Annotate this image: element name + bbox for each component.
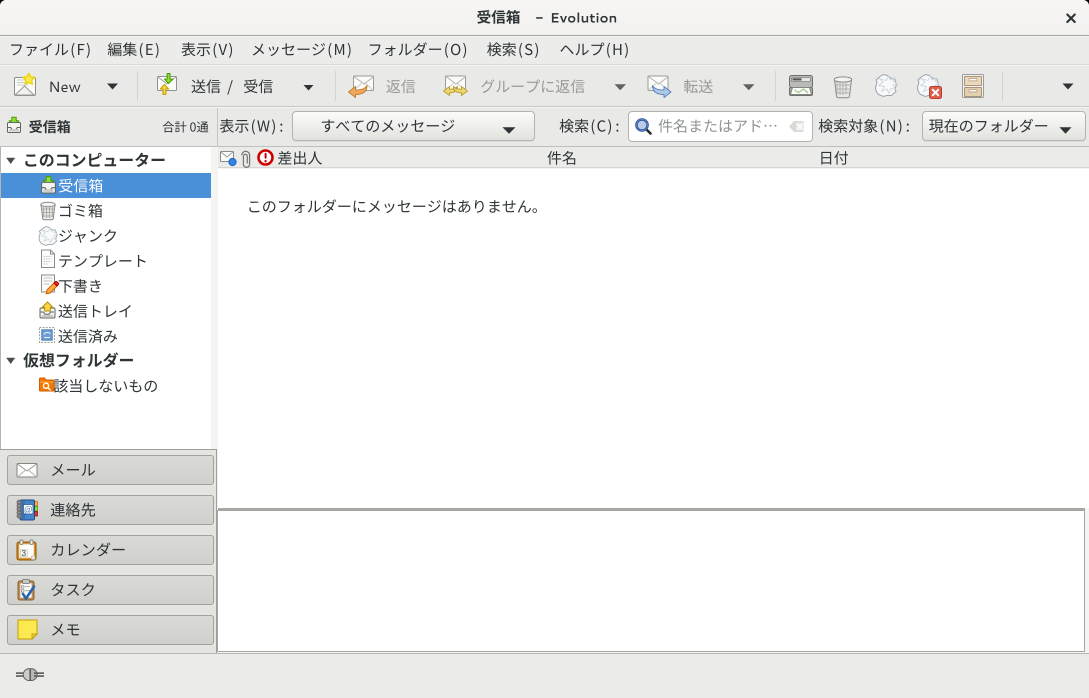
svg-text:@: @ [24, 504, 32, 514]
svg-text:3: 3 [21, 548, 26, 558]
